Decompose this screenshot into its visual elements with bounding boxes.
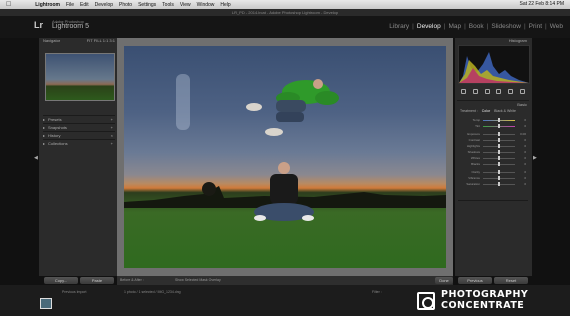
- treatment-color[interactable]: Color: [482, 109, 490, 113]
- menu-view[interactable]: View: [180, 2, 191, 8]
- before-after-label[interactable]: Before & After :: [120, 276, 144, 285]
- product-name: Adobe Photoshop Lightroom 5: [52, 19, 89, 30]
- menu-photo[interactable]: Photo: [119, 2, 132, 8]
- slider-shadows[interactable]: Shadows 0: [460, 150, 526, 154]
- histogram-header[interactable]: Histogram: [457, 37, 529, 45]
- slider-exposure[interactable]: Exposure 0.00: [460, 132, 526, 136]
- menu-window[interactable]: Window: [197, 2, 215, 8]
- seated-figure: [254, 162, 314, 221]
- radial-filter-icon[interactable]: [507, 89, 513, 94]
- right-panel-toggle-icon[interactable]: ▶: [533, 156, 537, 161]
- watermark-logo: PHOTOGRAPHY CONCENTRATE: [417, 289, 567, 313]
- red-eye-icon[interactable]: [484, 89, 490, 94]
- module-map[interactable]: Map: [445, 23, 464, 30]
- slider-clarity[interactable]: Clarity 0: [460, 170, 526, 174]
- menu-tools[interactable]: Tools: [162, 2, 174, 8]
- filmstrip-source[interactable]: Previous Import: [62, 288, 87, 296]
- menu-bar:  Lightroom File Edit Develop Photo Sett…: [0, 0, 570, 9]
- reset-button[interactable]: Reset: [494, 277, 528, 284]
- slider-vibrance[interactable]: Vibrance 0: [460, 176, 526, 180]
- filmstrip-thumbnail[interactable]: [40, 298, 52, 309]
- menu-edit[interactable]: Edit: [80, 2, 89, 8]
- module-print[interactable]: Print: [526, 23, 545, 30]
- slider-temp[interactable]: Temp 0: [460, 118, 526, 122]
- add-snapshot-icon[interactable]: +: [111, 124, 113, 131]
- histogram[interactable]: [458, 45, 530, 84]
- motion-ghost: [176, 74, 190, 130]
- develop-toolbar: Before & After : Show Selected Mask Over…: [117, 276, 453, 285]
- expand-arrow-icon: ▸: [43, 117, 46, 122]
- treatment-bw[interactable]: Black & White: [494, 109, 516, 113]
- apple-menu-icon[interactable]: : [6, 1, 11, 8]
- histogram-label: Histogram: [508, 38, 527, 43]
- add-collection-icon[interactable]: +: [111, 140, 113, 147]
- module-develop[interactable]: Develop: [414, 23, 444, 30]
- slider-contrast[interactable]: Contrast 0: [460, 138, 526, 142]
- menu-settings[interactable]: Settings: [138, 2, 156, 8]
- slider-blacks[interactable]: Blacks 0: [460, 162, 526, 166]
- watermark-line1: PHOTOGRAPHY: [441, 289, 529, 300]
- expand-arrow-icon: ▸: [43, 133, 46, 138]
- menu-app-name[interactable]: Lightroom: [35, 2, 60, 8]
- clear-history-icon[interactable]: ×: [111, 132, 113, 139]
- watermark-line2: CONCENTRATE: [441, 300, 525, 311]
- module-web[interactable]: Web: [547, 23, 566, 30]
- slider-saturation[interactable]: Saturation 0: [460, 182, 526, 186]
- copy-button[interactable]: Copy...: [44, 277, 78, 284]
- module-library[interactable]: Library: [386, 23, 412, 30]
- menu-develop[interactable]: Develop: [95, 2, 113, 8]
- crop-tool-icon[interactable]: [461, 89, 467, 94]
- panel-presets[interactable]: ▸ Presets +: [43, 115, 115, 123]
- filmstrip-count: 1 photo / 1 selected / IMG_1234.dng: [124, 290, 181, 294]
- module-picker: Library | Develop | Map | Book | Slideshow | …: [386, 23, 566, 30]
- previous-button[interactable]: Previous: [458, 277, 492, 284]
- spot-removal-icon[interactable]: [472, 89, 478, 94]
- tone-curve-panel: [458, 200, 528, 251]
- paste-button[interactable]: Paste: [80, 277, 114, 284]
- navigator-preview[interactable]: [45, 53, 115, 101]
- expand-arrow-icon: ▸: [43, 141, 46, 146]
- photo-scene: [124, 74, 446, 221]
- navigator-zoom-options[interactable]: FIT FILL 1:1 3:1: [87, 37, 115, 45]
- basic-panel-header[interactable]: Basic: [457, 100, 529, 108]
- navigator-label: Navigator: [43, 38, 61, 43]
- menu-file[interactable]: File: [66, 2, 74, 8]
- adjustment-brush-icon[interactable]: [519, 89, 525, 94]
- add-preset-icon[interactable]: +: [111, 116, 113, 123]
- camera-icon: [417, 292, 435, 310]
- product-title: Lightroom 5: [52, 23, 89, 30]
- main-photo[interactable]: [124, 46, 446, 268]
- menu-help[interactable]: Help: [220, 2, 230, 8]
- treatment-row: Treatment : Color Black & White: [460, 109, 526, 114]
- tree: [202, 182, 216, 196]
- done-button[interactable]: Done: [435, 277, 453, 284]
- menu-clock: Sat 22 Feb 8:14 PM: [519, 1, 564, 7]
- window-title: LR_PD - 2014.lrcat - Adobe Photoshop Lig…: [0, 9, 570, 16]
- left-panel-toggle-icon[interactable]: ◀: [34, 156, 38, 161]
- lightroom-logo: Lr: [34, 20, 43, 30]
- histogram-graph: [459, 52, 529, 83]
- treatment-label: Treatment :: [460, 109, 478, 113]
- panel-snapshots[interactable]: ▸ Snapshots +: [43, 123, 115, 131]
- graduated-filter-icon[interactable]: [496, 89, 502, 94]
- jumping-figure: [246, 79, 339, 136]
- module-slideshow[interactable]: Slideshow: [488, 23, 524, 30]
- panel-collections[interactable]: ▸ Collections +: [43, 139, 115, 147]
- basic-label: Basic: [517, 102, 527, 107]
- show-mask-checkbox[interactable]: Show Selected Mask Overlay: [175, 276, 221, 285]
- develop-tool-strip: [458, 88, 528, 95]
- filmstrip-filter[interactable]: Filter :: [372, 288, 382, 296]
- navigator-header[interactable]: Navigator FIT FILL 1:1 3:1: [43, 37, 115, 45]
- expand-arrow-icon: ▸: [43, 125, 46, 130]
- slider-tint[interactable]: Tint 0: [460, 124, 526, 128]
- slider-highlights[interactable]: Highlights 0: [460, 144, 526, 148]
- slider-whites[interactable]: Whites 0: [460, 156, 526, 160]
- panel-history[interactable]: ▸ History ×: [43, 131, 115, 139]
- module-book[interactable]: Book: [466, 23, 487, 30]
